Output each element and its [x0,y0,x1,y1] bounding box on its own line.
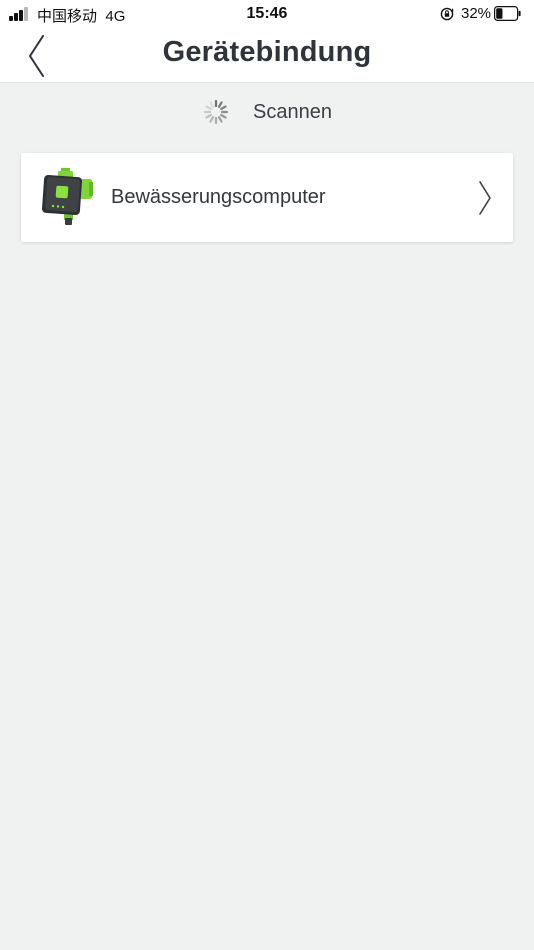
spinner-icon [203,99,229,125]
device-name: Bewässerungscomputer [111,186,326,208]
spinner-spoke [220,105,227,111]
spinner-spoke [220,113,227,119]
orientation-lock-icon [440,7,454,21]
battery-icon [494,6,521,21]
spinner-spoke [205,105,212,111]
page-title: Gerätebindung [162,36,372,68]
spinner-spoke [217,116,223,123]
scan-label: Scannen [253,101,332,123]
spinner-spoke [217,101,223,108]
status-bar: 中国移动 4G 15:46 32% [0,0,534,28]
battery-percentage: 32% [461,5,492,22]
spinner-spoke [209,101,215,108]
spinner-spoke [209,116,215,123]
irrigation-computer-image [41,168,93,225]
nav-bar: Gerätebindung [0,28,534,83]
spinner-spoke [205,113,212,119]
scan-status: Scannen [0,96,534,128]
chevron-right-icon [479,181,491,215]
device-list-item[interactable]: Bewässerungscomputer [21,153,513,242]
